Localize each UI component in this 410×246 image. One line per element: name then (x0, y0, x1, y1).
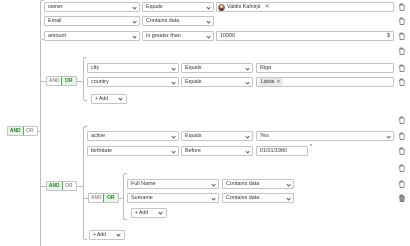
group1-field-select[interactable]: city (87, 63, 179, 73)
group2-operator-select[interactable]: Before (181, 146, 253, 156)
nested-and-option[interactable]: AND (89, 194, 104, 202)
required-marker: * (310, 144, 312, 150)
group1-country-multiselect[interactable]: Latvia ✕ (256, 77, 394, 87)
group2-add-button[interactable]: + Add (89, 230, 125, 240)
delete-group-trash-icon[interactable] (398, 116, 405, 124)
group1-or-option[interactable]: OR (60, 77, 76, 85)
group2-birthdate-input[interactable]: 01/01/1980 (256, 146, 308, 156)
group1-city-input[interactable]: Riga (256, 63, 394, 73)
group2-operator-select[interactable]: Equals (181, 131, 253, 141)
root-and-or-toggle[interactable]: AND OR (7, 126, 38, 136)
rule-field-value: Full Name (131, 181, 156, 187)
rule-operator-value: Equals (185, 133, 202, 139)
group1-operator-select[interactable]: Equals (181, 63, 253, 73)
rule-operator-select[interactable]: Equals (142, 2, 214, 12)
group1-and-or-toggle[interactable]: AND OR (46, 76, 77, 86)
delete-rule-trash-icon[interactable] (398, 180, 405, 188)
delete-group-trash-icon[interactable] (398, 47, 405, 55)
delete-rule-trash-icon[interactable] (398, 32, 405, 40)
rule-user-value-field[interactable]: Valdis Kalniņš ✕ (216, 2, 394, 12)
group2-and-or-toggle[interactable]: AND OR (46, 181, 77, 191)
rule-operator-value: Contains data (146, 18, 180, 24)
rule-field-value: Email (48, 18, 62, 24)
rule-field-value: active (91, 133, 106, 139)
delete-rule-trash-icon[interactable] (398, 78, 405, 86)
city-value: Riga (260, 65, 272, 71)
user-name: Valdis Kalniņš (227, 4, 261, 10)
delete-rule-trash-icon[interactable] (398, 194, 405, 202)
rule-field-value: birthdate (91, 148, 112, 154)
rule-operator-select[interactable]: Is greater than (142, 31, 214, 41)
group2-field-select[interactable]: active (87, 131, 179, 141)
group2-active-value-select[interactable]: Yes (256, 131, 394, 141)
chevron-down-icon (118, 96, 123, 101)
rule-operator-value: Is greater than (146, 33, 181, 39)
group1-operator-select[interactable]: Equals (181, 77, 253, 87)
rule-field-select[interactable]: owner (44, 2, 140, 12)
group2-or-option[interactable]: OR (62, 182, 77, 190)
group2-field-select[interactable]: birthdate (87, 146, 179, 156)
nested-operator-select[interactable]: Contains data (222, 193, 294, 203)
rule-field-select[interactable]: Email (44, 16, 140, 26)
rule-field-value: owner (48, 4, 63, 10)
chevron-down-icon (116, 232, 121, 237)
active-value: Yes (260, 133, 269, 139)
delete-rule-trash-icon[interactable] (398, 132, 405, 140)
group1-field-select[interactable]: country (87, 77, 179, 87)
nested-operator-select[interactable]: Contains data (222, 179, 294, 189)
root-rules-bracket (40, 0, 44, 40)
group2-bracket (83, 126, 87, 240)
chevron-down-icon (158, 210, 163, 215)
delete-rule-trash-icon[interactable] (398, 17, 405, 25)
delete-group-trash-icon[interactable] (398, 164, 405, 172)
nested-add-button[interactable]: + Add (131, 208, 167, 218)
root-connector-line (40, 40, 41, 246)
delete-rule-trash-icon[interactable] (398, 3, 405, 11)
country-tag: Latvia ✕ (259, 78, 283, 86)
rule-operator-value: Equals (185, 65, 202, 71)
group2-and-option[interactable]: AND (47, 182, 63, 190)
root-or-option[interactable]: OR (23, 127, 38, 135)
rule-operator-value: Before (185, 148, 201, 154)
rule-operator-value: Equals (185, 79, 202, 85)
avatar (218, 3, 225, 11)
nested-field-select[interactable]: Surname (127, 193, 219, 203)
rule-operator-select[interactable]: Contains data (142, 16, 214, 26)
delete-rule-trash-icon[interactable] (398, 147, 405, 155)
amount-value: 10000 (220, 33, 235, 39)
rule-operator-value: Contains data (226, 195, 260, 201)
rule-operator-value: Equals (146, 4, 163, 10)
nested-field-select[interactable]: Full Name (127, 179, 219, 189)
rule-field-select[interactable]: amount (44, 31, 140, 41)
nested-or-option[interactable]: OR (102, 194, 118, 202)
nested-and-or-toggle[interactable]: AND OR (88, 193, 119, 203)
rule-field-value: Surname (131, 195, 153, 201)
group1-and-option[interactable]: AND (47, 77, 62, 85)
rule-operator-value: Contains data (226, 181, 260, 187)
currency-suffix: $ (387, 33, 390, 39)
birthdate-value: 01/01/1980 (260, 148, 287, 154)
group1-add-button[interactable]: + Add (91, 94, 127, 104)
delete-rule-trash-icon[interactable] (398, 64, 405, 72)
rule-field-value: city (91, 65, 100, 71)
rule-amount-input[interactable]: 10000 $ (216, 31, 394, 41)
remove-tag-close-icon[interactable]: ✕ (276, 79, 280, 85)
rule-field-value: amount (48, 33, 66, 39)
rule-field-value: country (91, 79, 109, 85)
root-and-option[interactable]: AND (8, 127, 24, 135)
remove-user-close-icon[interactable]: ✕ (265, 3, 270, 11)
